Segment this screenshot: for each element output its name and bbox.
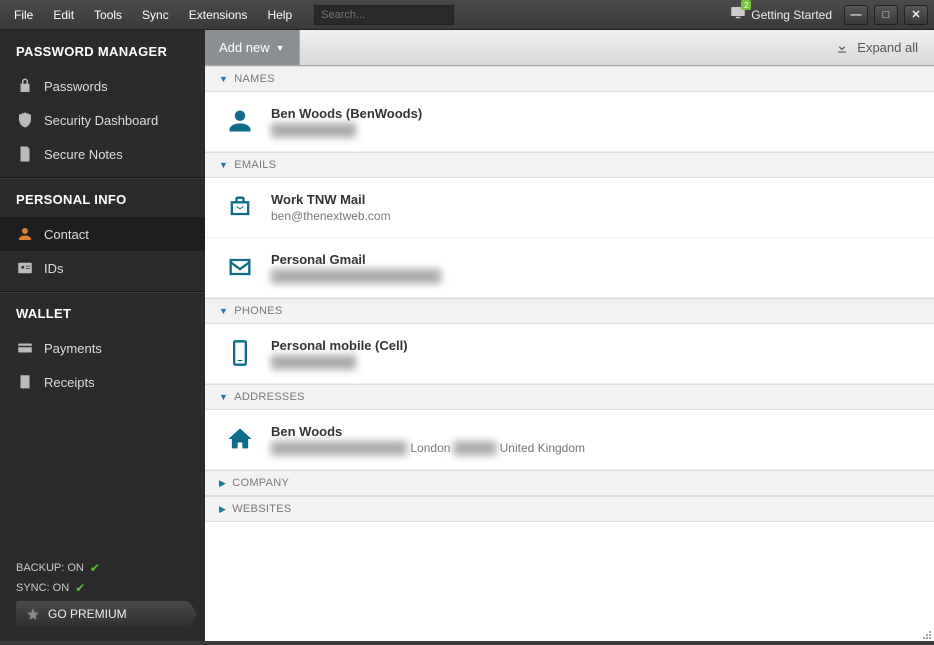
section-title: WEBSITES xyxy=(232,503,291,515)
menu-tools[interactable]: Tools xyxy=(86,4,130,26)
card-subtitle: ████████████████████ xyxy=(271,269,441,283)
email-card-work[interactable]: Work TNW Mail ben@thenextweb.com xyxy=(205,178,934,238)
sync-status: SYNC: ON✔ xyxy=(16,581,189,595)
name-card[interactable]: Ben Woods (BenWoods) ██████████ xyxy=(205,92,934,152)
triangle-down-icon: ▼ xyxy=(219,392,228,402)
triangle-down-icon: ▼ xyxy=(219,74,228,84)
id-icon xyxy=(16,259,34,277)
sidebar-group-personal-info: PERSONAL INFO xyxy=(0,178,205,217)
card-icon xyxy=(16,339,34,357)
star-icon xyxy=(26,607,40,621)
sidebar-item-security-dashboard[interactable]: Security Dashboard xyxy=(0,103,205,137)
toolbar: Add new ▼ Expand all xyxy=(205,30,934,66)
section-title: PHONES xyxy=(234,305,282,317)
add-new-button[interactable]: Add new ▼ xyxy=(205,30,300,65)
card-subtitle: ████████████████ London █████ United Kin… xyxy=(271,441,585,455)
card-title: Personal mobile (Cell) xyxy=(271,338,408,353)
sidebar-group-password-manager: PASSWORD MANAGER xyxy=(0,30,205,69)
check-icon: ✔ xyxy=(90,561,100,575)
address-card[interactable]: Ben Woods ████████████████ London █████ … xyxy=(205,410,934,470)
section-title: ADDRESSES xyxy=(234,391,305,403)
mobile-icon xyxy=(226,339,254,367)
card-title: Work TNW Mail xyxy=(271,192,391,207)
getting-started-button[interactable]: 2 Getting Started xyxy=(729,4,832,25)
triangle-down-icon: ▼ xyxy=(219,160,228,170)
email-card-personal[interactable]: Personal Gmail ████████████████████ xyxy=(205,238,934,298)
check-icon: ✔ xyxy=(75,581,85,595)
card-title: Ben Woods (BenWoods) xyxy=(271,106,422,121)
card-title: Personal Gmail xyxy=(271,252,441,267)
getting-started-label: Getting Started xyxy=(751,8,832,22)
sidebar-item-payments[interactable]: Payments xyxy=(0,331,205,365)
section-header-names[interactable]: ▼ NAMES xyxy=(205,66,934,92)
card-subtitle: ██████████ xyxy=(271,355,408,369)
triangle-down-icon: ▼ xyxy=(219,306,228,316)
section-header-websites[interactable]: ▶ WEBSITES xyxy=(205,496,934,522)
add-new-label: Add new xyxy=(219,40,270,55)
minimize-icon: — xyxy=(851,9,862,21)
section-title: COMPANY xyxy=(232,477,289,489)
briefcase-icon xyxy=(226,193,254,221)
person-icon xyxy=(226,107,254,135)
sidebar-item-ids[interactable]: IDs xyxy=(0,251,205,285)
receipt-icon xyxy=(16,373,34,391)
sidebar-item-label: Contact xyxy=(44,227,89,242)
sidebar: PASSWORD MANAGER Passwords Security Dash… xyxy=(0,30,205,641)
card-subtitle: ben@thenextweb.com xyxy=(271,209,391,223)
menubar: File Edit Tools Sync Extensions Help 2 G… xyxy=(0,0,934,30)
sidebar-item-receipts[interactable]: Receipts xyxy=(0,365,205,399)
scroll-area[interactable]: ▼ NAMES Ben Woods (BenWoods) ██████████ … xyxy=(205,66,934,641)
lock-icon xyxy=(16,77,34,95)
section-header-emails[interactable]: ▼ EMAILS xyxy=(205,152,934,178)
section-header-phones[interactable]: ▼ PHONES xyxy=(205,298,934,324)
go-premium-button[interactable]: GO PREMIUM xyxy=(16,601,189,627)
card-title: Ben Woods xyxy=(271,424,585,439)
expand-all-button[interactable]: Expand all xyxy=(819,30,934,65)
shield-icon xyxy=(16,111,34,129)
notification-badge: 2 xyxy=(741,0,751,10)
window-minimize-button[interactable]: — xyxy=(844,5,868,25)
main-content: Add new ▼ Expand all ▼ NAMES Ben Woods (… xyxy=(205,30,934,641)
sidebar-item-secure-notes[interactable]: Secure Notes xyxy=(0,137,205,171)
sidebar-group-wallet: WALLET xyxy=(0,292,205,331)
section-title: EMAILS xyxy=(234,159,276,171)
download-icon xyxy=(835,41,849,55)
sidebar-item-label: Passwords xyxy=(44,79,108,94)
card-subtitle: ██████████ xyxy=(271,123,422,137)
person-icon xyxy=(16,225,34,243)
caret-down-icon: ▼ xyxy=(276,43,285,53)
menu-file[interactable]: File xyxy=(6,4,41,26)
sidebar-item-label: IDs xyxy=(44,261,64,276)
backup-status: BACKUP: ON✔ xyxy=(16,561,189,575)
menu-extensions[interactable]: Extensions xyxy=(181,4,256,26)
phone-card[interactable]: Personal mobile (Cell) ██████████ xyxy=(205,324,934,384)
sidebar-item-label: Secure Notes xyxy=(44,147,123,162)
go-premium-label: GO PREMIUM xyxy=(48,607,127,621)
section-header-addresses[interactable]: ▼ ADDRESSES xyxy=(205,384,934,410)
expand-all-label: Expand all xyxy=(857,40,918,55)
section-header-company[interactable]: ▶ COMPANY xyxy=(205,470,934,496)
note-icon xyxy=(16,145,34,163)
window-close-button[interactable]: ✕ xyxy=(904,5,928,25)
sidebar-item-label: Security Dashboard xyxy=(44,113,158,128)
sidebar-item-contact[interactable]: Contact xyxy=(0,217,205,251)
triangle-right-icon: ▶ xyxy=(219,478,226,489)
envelope-icon xyxy=(226,253,254,281)
sidebar-item-label: Receipts xyxy=(44,375,95,390)
resize-grip[interactable] xyxy=(920,627,932,639)
close-icon: ✕ xyxy=(911,8,920,21)
sidebar-item-label: Payments xyxy=(44,341,102,356)
section-title: NAMES xyxy=(234,73,275,85)
triangle-right-icon: ▶ xyxy=(219,504,226,515)
search-input[interactable] xyxy=(314,5,454,25)
window-maximize-button[interactable]: □ xyxy=(874,5,898,25)
maximize-icon: □ xyxy=(883,9,890,21)
menu-edit[interactable]: Edit xyxy=(45,4,82,26)
sidebar-item-passwords[interactable]: Passwords xyxy=(0,69,205,103)
menu-sync[interactable]: Sync xyxy=(134,4,177,26)
menu-help[interactable]: Help xyxy=(259,4,300,26)
home-icon xyxy=(226,425,254,453)
